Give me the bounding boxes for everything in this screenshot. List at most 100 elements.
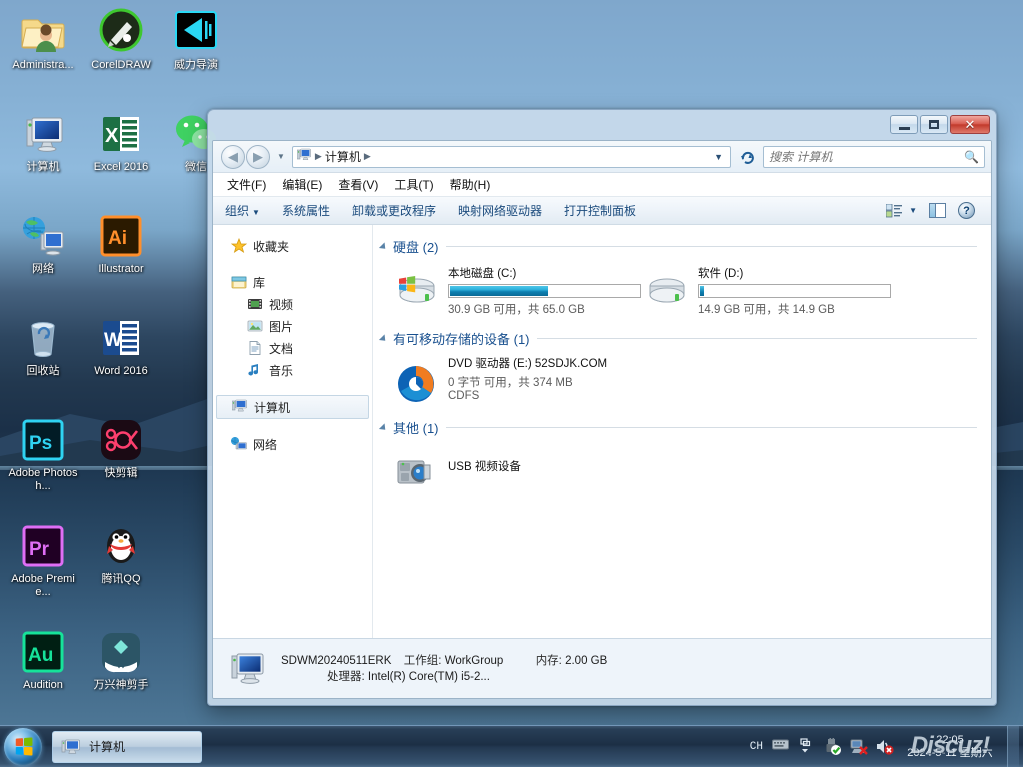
menu-help[interactable]: 帮助(H) [450, 176, 491, 193]
organize-button[interactable]: 组织 ▼ [225, 202, 260, 219]
menu-view[interactable]: 查看(V) [338, 176, 378, 193]
menu-tools[interactable]: 工具(T) [394, 176, 433, 193]
drive-tile-d[interactable]: 软件 (D:) 14.9 GB 可用，共 14.9 GB [645, 262, 895, 317]
desktop-icon-coreldraw[interactable]: CorelDRAW [82, 8, 160, 72]
desktop-icon-illustrator[interactable]: Ai Illustrator [82, 212, 160, 276]
back-button[interactable]: ◀ [221, 144, 245, 169]
sidebar-item-network[interactable]: 网络 [213, 433, 372, 455]
premiere-icon: Pr [19, 522, 67, 570]
svg-text:W: W [104, 330, 122, 351]
group-header-removable[interactable]: 有可移动存储的设备 (1) [378, 329, 977, 348]
open-control-panel-button[interactable]: 打开控制面板 [564, 202, 636, 219]
desktop-icon-label: Word 2016 [94, 365, 148, 377]
dvd-drive-icon [395, 362, 439, 404]
group-header-harddisks[interactable]: 硬盘 (2) [378, 237, 977, 256]
computer-icon [231, 399, 248, 415]
hard-drive-system-icon [395, 270, 439, 312]
desktop-icon-administrator[interactable]: Administra... [4, 8, 82, 72]
memory-label: 内存: [535, 654, 562, 667]
group-divider [536, 338, 977, 339]
computer-icon [229, 650, 269, 688]
forward-button[interactable]: ▶ [246, 144, 270, 169]
refresh-button[interactable] [735, 146, 759, 168]
desktop-icon-wanxing[interactable]: 万兴神剪手 [82, 628, 160, 692]
system-properties-button[interactable]: 系统属性 [282, 202, 330, 219]
other-tile-grid: USB 视频设备 [381, 443, 977, 497]
desktop-icon-audition[interactable]: Au Audition [4, 628, 82, 692]
breadcrumb-separator-icon[interactable]: ▶ [364, 151, 371, 162]
collapse-triangle-icon[interactable] [378, 333, 389, 344]
collapse-triangle-icon[interactable] [378, 422, 389, 433]
desktop-icon-excel[interactable]: X Excel 2016 [82, 110, 160, 174]
address-dropdown-icon[interactable]: ▼ [714, 152, 726, 162]
preview-pane-button[interactable] [929, 203, 946, 218]
ime-indicator[interactable]: CH [750, 741, 763, 753]
keyboard-icon[interactable] [772, 738, 789, 755]
help-button[interactable]: ? [958, 202, 975, 219]
drive-tile-e[interactable]: DVD 驱动器 (E:) 52SDJK.COM 0 字节 可用，共 374 MB… [395, 354, 607, 404]
music-icon [247, 362, 263, 378]
window-titlebar[interactable]: ✕ [212, 114, 992, 140]
usb-safely-remove-icon[interactable] [824, 738, 841, 755]
computer-name: SDWM20240511ERK [281, 654, 392, 667]
sidebar-item-label: 库 [253, 275, 266, 290]
sidebar-item-libraries[interactable]: 库 [213, 271, 372, 293]
sidebar-item-favorites[interactable]: 收藏夹 [213, 235, 372, 257]
svg-text:Pr: Pr [29, 539, 50, 560]
pictures-icon [247, 318, 263, 334]
start-button[interactable] [4, 727, 42, 766]
sidebar-item-music[interactable]: 音乐 [213, 359, 372, 381]
taskbar-item-computer[interactable]: 计算机 [52, 730, 202, 763]
breadcrumb-computer[interactable]: 计算机 [325, 148, 361, 165]
uninstall-change-program-button[interactable]: 卸载或更改程序 [352, 202, 436, 219]
sidebar-item-videos[interactable]: 视频 [213, 293, 372, 315]
sidebar-item-pictures[interactable]: 图片 [213, 315, 372, 337]
chevron-down-icon: ▼ [909, 206, 917, 215]
menu-edit[interactable]: 编辑(E) [282, 176, 322, 193]
minimize-button[interactable] [890, 115, 918, 134]
search-input[interactable] [769, 149, 965, 164]
desktop-icon-powerdirector[interactable]: 威力导演 [157, 8, 235, 72]
drive-tile-c[interactable]: 本地磁盘 (C:) 30.9 GB 可用，共 65.0 GB [395, 262, 645, 317]
desktop-icon-computer[interactable]: 计算机 [4, 110, 82, 174]
drive-meta: 软件 (D:) 14.9 GB 可用，共 14.9 GB [698, 262, 891, 317]
computer-icon [296, 148, 312, 165]
sidebar-item-documents[interactable]: 文档 [213, 337, 372, 359]
map-network-drive-button[interactable]: 映射网络驱动器 [458, 202, 542, 219]
user-folder-icon [19, 8, 67, 56]
network-error-icon[interactable] [850, 738, 868, 755]
desktop-icon-qq[interactable]: 腾讯QQ [82, 522, 160, 586]
close-button[interactable]: ✕ [950, 115, 990, 134]
desktop-icon-label: 万兴神剪手 [93, 679, 149, 691]
show-desktop-button[interactable] [1007, 725, 1019, 767]
maximize-button[interactable] [920, 115, 948, 134]
sidebar-item-label: 图片 [269, 319, 294, 334]
desktop-icon-word[interactable]: W Word 2016 [82, 314, 160, 378]
desktop-icon-premiere[interactable]: Pr Adobe Premie... [4, 522, 82, 599]
search-box[interactable]: 🔍 [763, 145, 985, 168]
drive-meta: 本地磁盘 (C:) 30.9 GB 可用，共 65.0 GB [448, 262, 641, 317]
history-dropdown-icon[interactable]: ▼ [277, 152, 285, 161]
search-icon[interactable]: 🔍 [964, 150, 979, 164]
show-hidden-icons-button[interactable] [798, 738, 815, 755]
group-header-other[interactable]: 其他 (1) [378, 418, 977, 437]
drive-usage-bar [698, 284, 891, 298]
workgroup-value: WorkGroup [444, 654, 504, 667]
menu-file[interactable]: 文件(F) [227, 176, 266, 193]
desktop-icon-kuaijianji[interactable]: 快剪辑 [82, 416, 160, 480]
collapse-triangle-icon[interactable] [378, 241, 389, 252]
view-options-button[interactable]: ▼ [885, 203, 917, 218]
window-controls: ✕ [890, 115, 990, 134]
coreldraw-icon [97, 8, 145, 56]
volume-muted-icon[interactable] [876, 738, 894, 755]
clock[interactable]: 22:05 2024-5-11 星期六 Discuz! [902, 726, 998, 767]
desktop-icon-photoshop[interactable]: Ps Adobe Photosh... [4, 416, 82, 493]
drive-usage-fill [450, 286, 549, 296]
sidebar-item-computer[interactable]: 计算机 [216, 395, 369, 419]
desktop-icon-recycle-bin[interactable]: 回收站 [4, 314, 82, 378]
address-input[interactable]: ▶ 计算机 ▶ ▼ [291, 145, 731, 168]
device-tile-usb-video[interactable]: USB 视频设备 [395, 443, 521, 493]
desktop-icon-network[interactable]: 网络 [4, 212, 82, 276]
processor-label: 处理器: [327, 670, 365, 683]
